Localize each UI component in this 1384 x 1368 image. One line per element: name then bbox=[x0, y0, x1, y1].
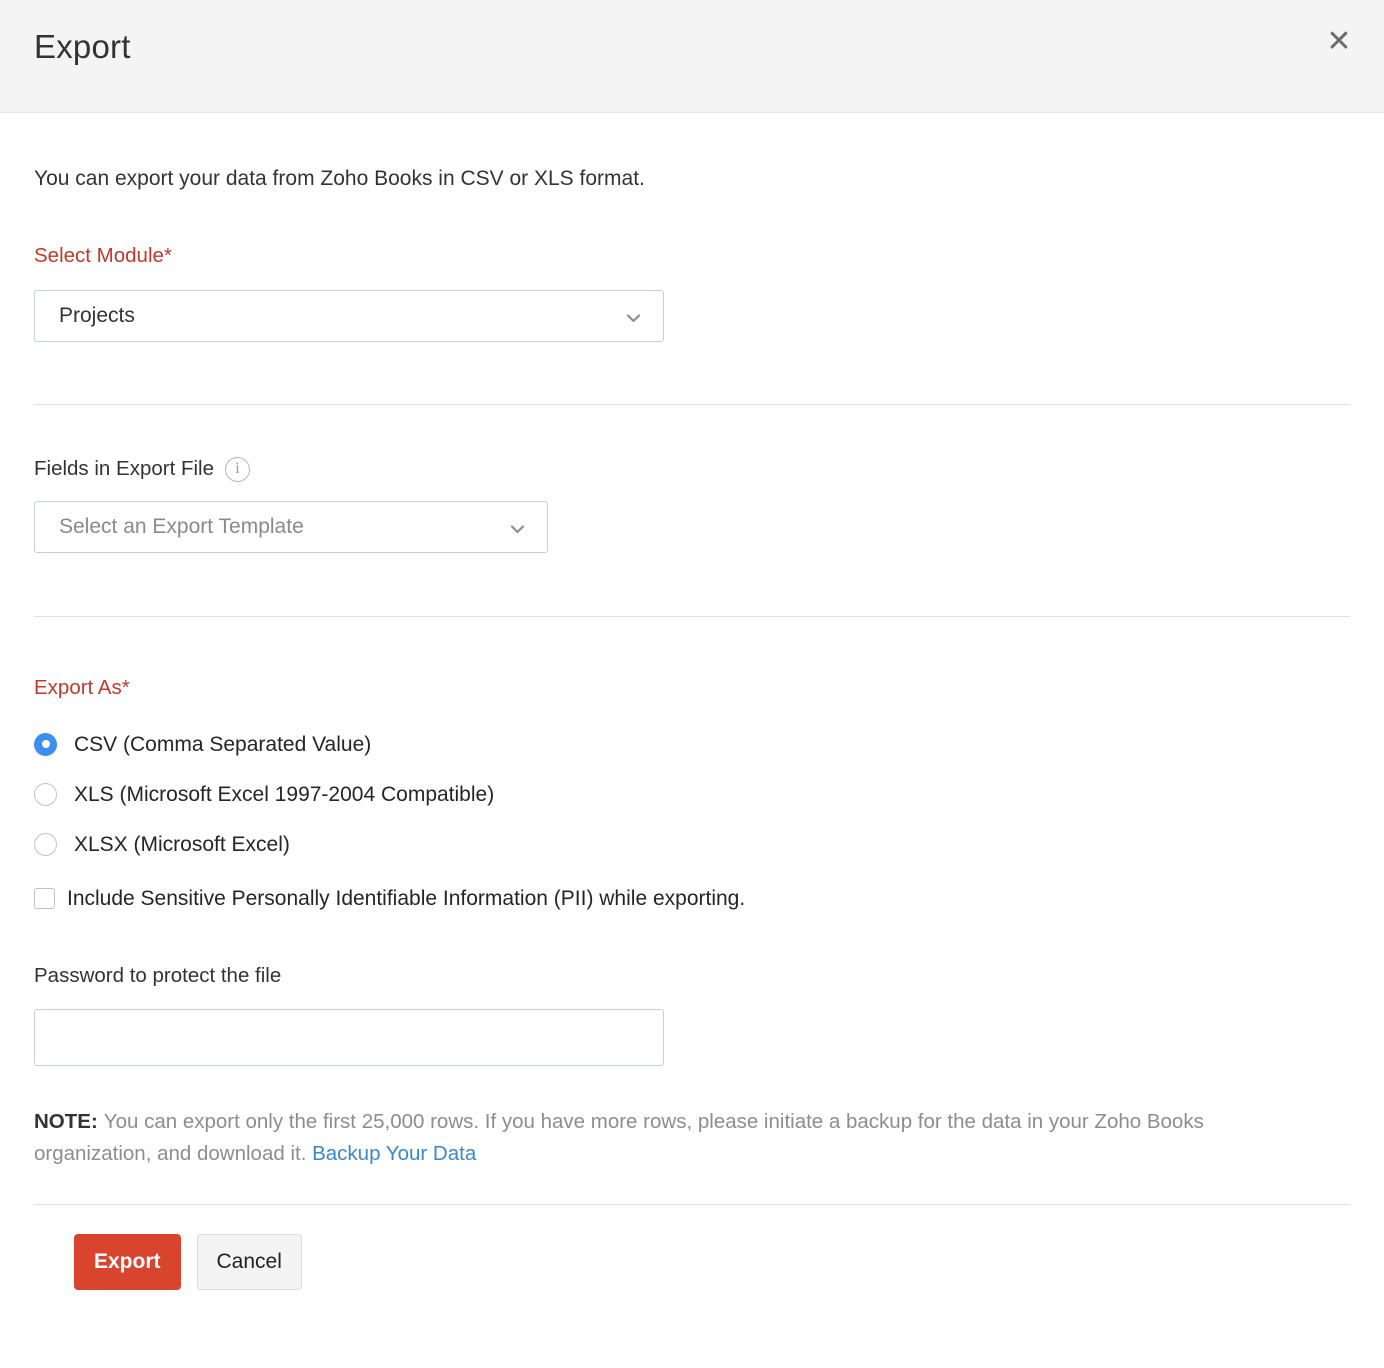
export-template-dropdown[interactable]: Select an Export Template bbox=[34, 501, 548, 553]
dialog-header: Export ✕ bbox=[0, 0, 1384, 113]
radio-label-xlsx: XLSX (Microsoft Excel) bbox=[74, 834, 290, 855]
radio-option-xlsx[interactable]: XLSX (Microsoft Excel) bbox=[34, 819, 1350, 869]
select-module-dropdown[interactable]: Projects bbox=[34, 290, 664, 342]
radio-option-csv[interactable]: CSV (Comma Separated Value) bbox=[34, 719, 1350, 769]
radio-option-xls[interactable]: XLS (Microsoft Excel 1997-2004 Compatibl… bbox=[34, 769, 1350, 819]
divider-2 bbox=[34, 616, 1350, 617]
radio-label-xls: XLS (Microsoft Excel 1997-2004 Compatibl… bbox=[74, 784, 494, 805]
note-prefix: NOTE: bbox=[34, 1110, 98, 1133]
radio-icon-xlsx[interactable] bbox=[34, 833, 57, 856]
radio-icon-csv[interactable] bbox=[34, 733, 57, 756]
cancel-button[interactable]: Cancel bbox=[197, 1234, 302, 1290]
radio-label-csv: CSV (Comma Separated Value) bbox=[74, 734, 371, 755]
export-as-radio-group: CSV (Comma Separated Value) XLS (Microso… bbox=[34, 719, 1350, 869]
note-text: NOTE:You can export only the first 25,00… bbox=[34, 1106, 1324, 1171]
info-icon[interactable] bbox=[225, 457, 250, 482]
select-module-label: Select Module* bbox=[34, 243, 1350, 270]
pii-checkbox-label: Include Sensitive Personally Identifiabl… bbox=[67, 888, 745, 909]
page-title: Export bbox=[34, 28, 131, 66]
intro-text: You can export your data from Zoho Books… bbox=[34, 113, 1350, 192]
export-dialog: Export ✕ You can export your data from Z… bbox=[0, 0, 1384, 1368]
dialog-footer: Export Cancel bbox=[34, 1234, 1350, 1290]
export-template-value: Select an Export Template bbox=[59, 502, 304, 552]
password-input[interactable] bbox=[34, 1009, 664, 1066]
fields-in-export-file-row: Fields in Export File bbox=[34, 456, 1350, 483]
divider-1 bbox=[34, 404, 1350, 405]
export-button[interactable]: Export bbox=[74, 1234, 181, 1290]
checkbox-icon-pii[interactable] bbox=[34, 888, 55, 909]
select-module-value: Projects bbox=[59, 291, 135, 341]
export-as-label: Export As* bbox=[34, 675, 1350, 702]
pii-checkbox-row[interactable]: Include Sensitive Personally Identifiabl… bbox=[34, 888, 1350, 909]
fields-in-export-file-label: Fields in Export File bbox=[34, 456, 214, 483]
password-label: Password to protect the file bbox=[34, 963, 1350, 990]
dialog-body: You can export your data from Zoho Books… bbox=[0, 113, 1384, 1290]
close-icon[interactable]: ✕ bbox=[1322, 26, 1356, 60]
backup-your-data-link[interactable]: Backup Your Data bbox=[312, 1142, 476, 1165]
radio-icon-xls[interactable] bbox=[34, 783, 57, 806]
chevron-down-icon bbox=[510, 522, 525, 537]
divider-3 bbox=[34, 1204, 1350, 1205]
note-body: You can export only the first 25,000 row… bbox=[34, 1110, 1204, 1165]
chevron-down-icon bbox=[626, 311, 641, 326]
